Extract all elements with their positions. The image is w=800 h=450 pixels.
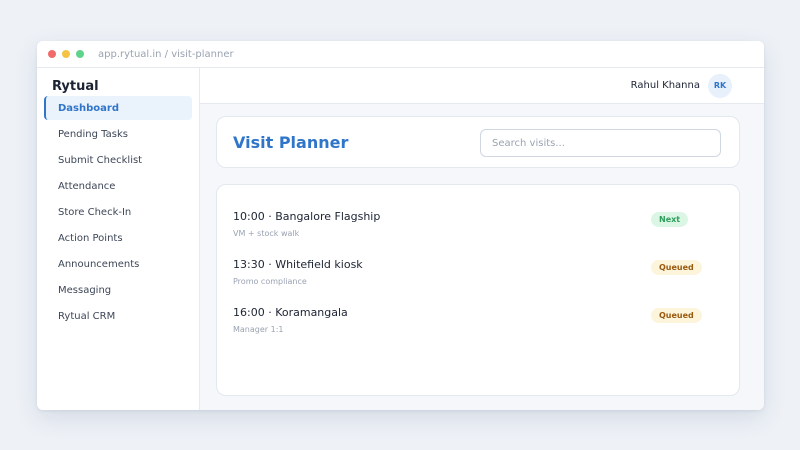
sidebar-item-submit-checklist[interactable]: Submit Checklist: [44, 148, 192, 172]
address-bar-url[interactable]: app.rytual.in / visit-planner: [98, 49, 234, 60]
sidebar-item-rytual-crm[interactable]: Rytual CRM: [44, 304, 192, 328]
avatar[interactable]: RK: [708, 73, 732, 98]
maximize-window-icon[interactable]: [76, 50, 84, 58]
search-input[interactable]: [480, 129, 721, 157]
visit-subtitle: Promo compliance: [233, 277, 307, 286]
sidebar-item-messaging[interactable]: Messaging: [44, 278, 192, 302]
visit-subtitle: Manager 1:1: [233, 325, 284, 334]
title-bar: app.rytual.in / visit-planner: [37, 41, 764, 68]
status-badge: Queued: [651, 308, 702, 323]
status-badge: Next: [651, 212, 689, 227]
close-window-icon[interactable]: [48, 50, 56, 58]
visit-title: 16:00 · Koramangala: [233, 306, 348, 319]
minimize-window-icon[interactable]: [62, 50, 70, 58]
browser-window: app.rytual.in / visit-planner Rytual Das…: [37, 41, 764, 410]
visit-subtitle: VM + stock walk: [233, 229, 300, 238]
status-badge: Queued: [651, 260, 702, 275]
visit-title: 10:00 · Bangalore Flagship: [233, 210, 381, 223]
sidebar: Rytual Dashboard Pending Tasks Submit Ch…: [37, 68, 200, 410]
sidebar-item-store-check-in[interactable]: Store Check-In: [44, 200, 192, 224]
user-name[interactable]: Rahul Khanna: [631, 80, 700, 91]
page-title: Visit Planner: [233, 133, 349, 152]
sidebar-item-dashboard[interactable]: Dashboard: [44, 96, 192, 120]
page-header-card: Visit Planner: [216, 116, 740, 168]
list-item[interactable]: 16:00 · Koramangala Manager 1:1 Queued: [233, 306, 723, 346]
list-item[interactable]: 10:00 · Bangalore Flagship VM + stock wa…: [233, 210, 723, 250]
visit-list-card: 10:00 · Bangalore Flagship VM + stock wa…: [216, 184, 740, 396]
sidebar-item-announcements[interactable]: Announcements: [44, 252, 192, 276]
visit-title: 13:30 · Whitefield kiosk: [233, 258, 363, 271]
sidebar-item-attendance[interactable]: Attendance: [44, 174, 192, 198]
top-bar: Rahul Khanna RK: [200, 68, 764, 104]
main-content: Rahul Khanna RK Visit Planner 10:00 · Ba…: [200, 68, 764, 410]
sidebar-item-action-points[interactable]: Action Points: [44, 226, 192, 250]
brand-logo-text: Rytual: [52, 79, 99, 94]
sidebar-item-pending-tasks[interactable]: Pending Tasks: [44, 122, 192, 146]
list-item[interactable]: 13:30 · Whitefield kiosk Promo complianc…: [233, 258, 723, 298]
